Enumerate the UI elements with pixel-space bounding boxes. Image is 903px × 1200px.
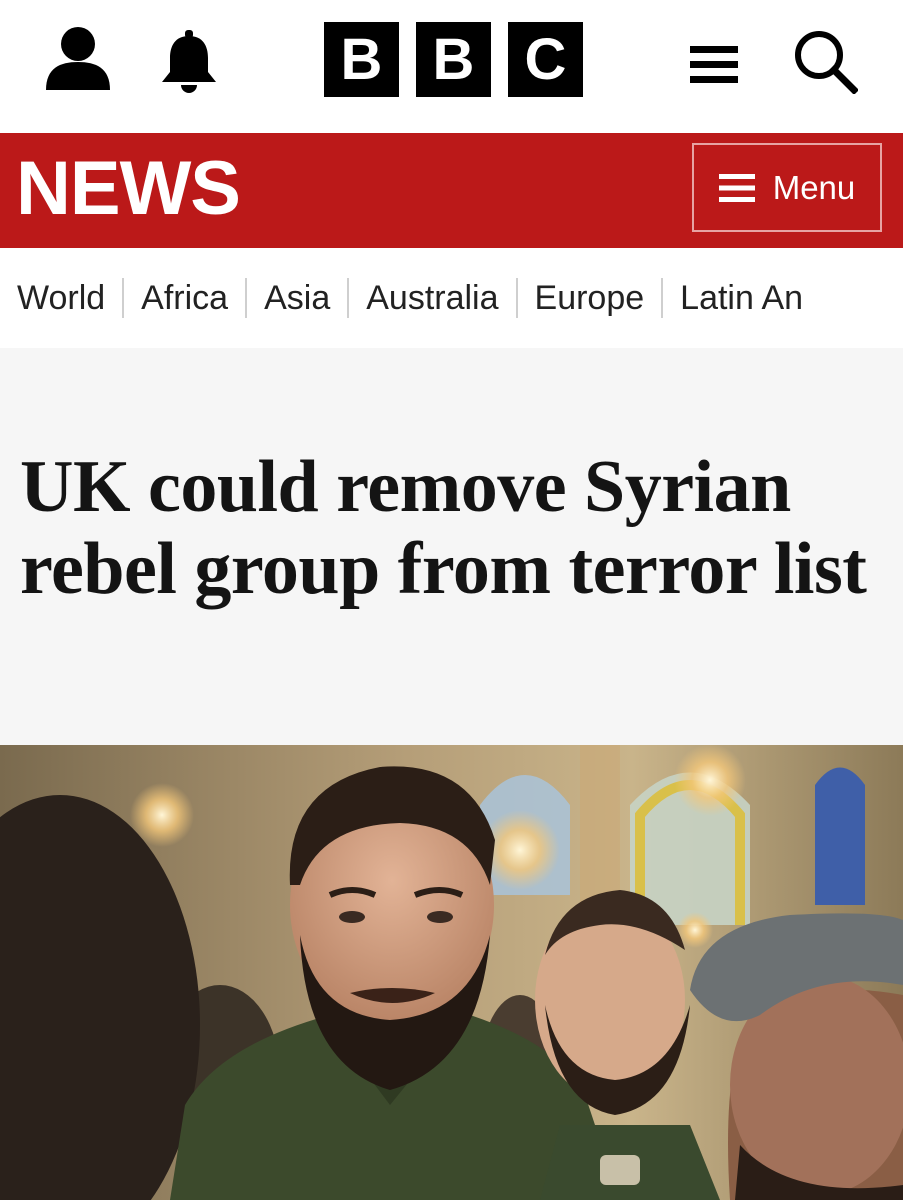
nav-divider xyxy=(122,278,125,318)
news-title[interactable]: NEWS xyxy=(16,151,241,227)
menu-button-label: Menu xyxy=(772,169,856,206)
nav-divider xyxy=(515,278,518,318)
bbc-logo-letter: B xyxy=(324,22,399,97)
photo-illustration xyxy=(0,745,903,1200)
nav-item-africa[interactable]: Africa xyxy=(141,278,228,318)
bbc-logo-letter: C xyxy=(508,22,583,97)
news-band: NEWS Menu xyxy=(0,133,903,248)
top-bar: B B C xyxy=(0,0,903,133)
bbc-logo-letter: B xyxy=(416,22,491,97)
nav-item-europe[interactable]: Europe xyxy=(535,278,645,318)
article-photo xyxy=(0,745,903,1200)
bell-icon[interactable] xyxy=(158,28,220,94)
hamburger-menu-icon xyxy=(718,173,755,202)
category-nav: World Africa Asia Australia Europe Latin… xyxy=(0,248,903,348)
search-icon[interactable] xyxy=(792,28,858,94)
nav-divider xyxy=(245,278,248,318)
nav-item-world[interactable]: World xyxy=(17,278,105,318)
article-headline: UK could remove Syrian rebel group from … xyxy=(20,446,867,610)
hamburger-menu-icon[interactable] xyxy=(688,42,740,88)
nav-item-latin-america[interactable]: Latin An xyxy=(680,278,803,318)
article-header: UK could remove Syrian rebel group from … xyxy=(0,348,903,745)
nav-divider xyxy=(347,278,350,318)
nav-divider xyxy=(661,278,664,318)
user-icon[interactable] xyxy=(44,24,112,92)
menu-button[interactable]: Menu xyxy=(692,143,882,232)
bbc-logo[interactable]: B B C xyxy=(324,22,583,97)
nav-item-asia[interactable]: Asia xyxy=(264,278,330,318)
nav-item-australia[interactable]: Australia xyxy=(366,278,498,318)
